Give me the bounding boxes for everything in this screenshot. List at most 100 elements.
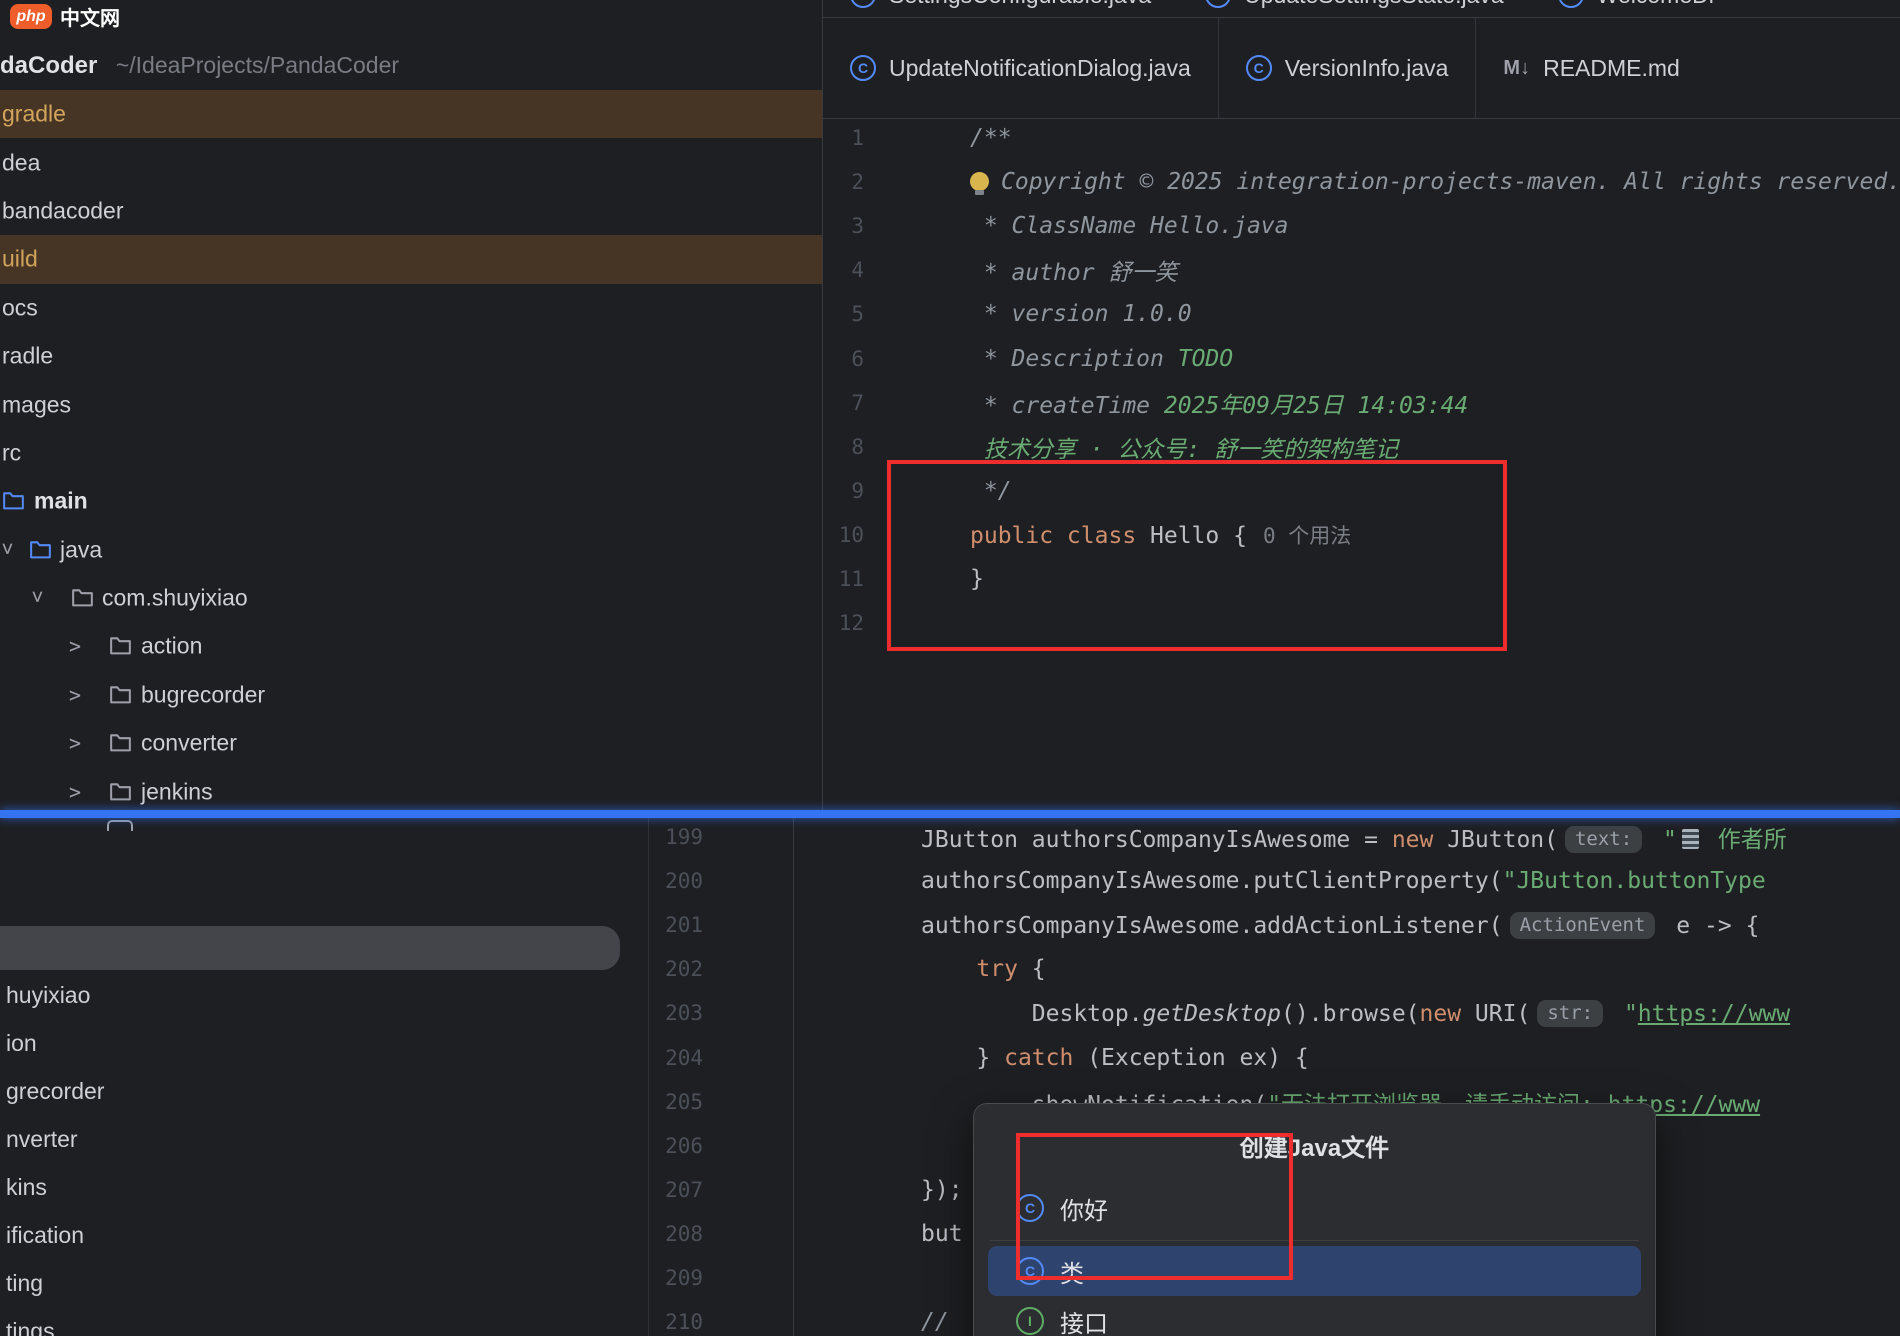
editor-tab[interactable]: C UpdateSettingsState.java xyxy=(1178,0,1531,17)
project-tree-item-fragment[interactable]: grecorder xyxy=(6,1067,606,1115)
code-token: } xyxy=(921,1045,1004,1071)
tab-label: UpdateSettingsState.java xyxy=(1244,0,1504,9)
chevron-down-icon[interactable]: > xyxy=(0,542,20,554)
code-token: authorsCompanyIsAwesome.putClientPropert… xyxy=(921,868,1503,894)
project-tree-item[interactable]: gradle xyxy=(0,90,822,138)
project-tree-item[interactable]: >bugrecorder xyxy=(0,671,822,719)
code-token: " xyxy=(1610,1001,1638,1027)
code-text: 技术分享 · 公众号: 舒一笑的架构笔记 xyxy=(970,430,1398,464)
line-number: 204 xyxy=(654,1046,703,1070)
code-line: 204 } catch (Exception ex) { xyxy=(654,1035,1900,1079)
project-tool-window: daCoder ~/IdeaProjects/PandaCoder gradle… xyxy=(0,0,822,810)
project-tree-item[interactable]: >java xyxy=(0,526,822,574)
project-tree-item-fragment[interactable]: nverter xyxy=(6,1115,606,1163)
project-tree-item[interactable]: dea xyxy=(0,138,822,186)
line-number: 205 xyxy=(654,1090,703,1114)
tree-item-label: mages xyxy=(2,391,71,418)
project-tree-item[interactable]: >converter xyxy=(0,719,822,767)
tree-item-label: ocs xyxy=(2,294,38,321)
code-token: * createTime xyxy=(970,393,1164,419)
editor-tab[interactable]: CVersionInfo.java xyxy=(1218,18,1476,118)
tree-item-label: radle xyxy=(2,343,53,370)
folder-icon xyxy=(109,780,133,804)
phpcn-logo: php xyxy=(10,4,52,29)
code-text: try { xyxy=(921,956,1046,982)
code-line: 199 JButton authorsCompanyIsAwesome = new… xyxy=(654,815,1900,859)
project-tree-item[interactable]: uild xyxy=(0,235,822,283)
project-tree-item[interactable]: >jenkins xyxy=(0,767,822,810)
code-text: JButton authorsCompanyIsAwesome = new JB… xyxy=(921,820,1787,854)
project-tree-item[interactable]: mages xyxy=(0,380,822,428)
code-line: 1 /** xyxy=(823,116,1900,160)
annotation-rect-nihao-option xyxy=(1016,1133,1293,1280)
popup-item[interactable]: I接口 xyxy=(988,1296,1641,1336)
code-token: try xyxy=(976,956,1018,982)
tree-item-label: rc xyxy=(2,439,21,466)
popup-item-label: 接口 xyxy=(1060,1304,1108,1336)
chevron-right-icon[interactable]: > xyxy=(69,634,81,658)
editor-tabs-row: CUpdateNotificationDialog.javaCVersionIn… xyxy=(823,18,1900,119)
project-tree-item-fragment[interactable]: tings xyxy=(6,1307,606,1336)
editor-tab[interactable]: C SettingsConfigurable.java xyxy=(823,0,1178,17)
code-line: 203 Desktop.getDesktop().browse(new URI(… xyxy=(654,991,1900,1035)
tree-item-label: bandacoder xyxy=(2,197,124,224)
project-tree-item-fragment[interactable]: ting xyxy=(6,1259,606,1307)
horizontal-splitter[interactable] xyxy=(0,810,1900,818)
project-tree-item-fragment[interactable]: ification xyxy=(6,1211,606,1259)
editor-tab[interactable]: CUpdateNotificationDialog.java xyxy=(823,18,1218,118)
code-text: } catch (Exception ex) { xyxy=(921,1045,1309,1071)
tree-item-label: com.shuyixiao xyxy=(102,585,248,612)
code-token: }); xyxy=(921,1177,963,1203)
line-number: 1 xyxy=(823,126,864,150)
chevron-right-icon[interactable]: > xyxy=(69,780,81,804)
project-tree: gradle dea bandacoder uild ocs radle mages rcma… xyxy=(0,90,822,810)
tree-selection-bar[interactable] xyxy=(0,926,620,970)
line-number: 199 xyxy=(654,825,703,849)
project-tree-item[interactable]: ocs xyxy=(0,284,822,332)
code-token: JButton( xyxy=(1433,827,1558,853)
chevron-right-icon[interactable]: > xyxy=(69,731,81,755)
project-tree-item[interactable]: bandacoder xyxy=(0,187,822,235)
editor-tab[interactable]: CWelcomeDi xyxy=(1531,0,1741,17)
project-tree-item-fragment[interactable]: kins xyxy=(6,1163,606,1211)
code-token: /** xyxy=(970,125,1012,151)
chevron-down-icon[interactable]: > xyxy=(26,591,50,603)
tab-label: VersionInfo.java xyxy=(1285,55,1449,82)
project-tree-item[interactable]: > com.shuyixiao xyxy=(0,574,822,622)
code-line: 5 * version 1.0.0 xyxy=(823,292,1900,336)
class-icon: C xyxy=(850,0,876,8)
project-tree-item[interactable]: rc xyxy=(0,429,822,477)
code-token: URI( xyxy=(1461,1001,1530,1027)
chevron-right-icon[interactable]: > xyxy=(69,683,81,707)
code-text: /** xyxy=(970,125,1012,151)
project-tree-item[interactable]: > action xyxy=(0,622,822,670)
project-tree-item-fragment[interactable]: huyixiao xyxy=(6,971,606,1019)
code-token: text: xyxy=(1565,826,1642,853)
line-number: 203 xyxy=(654,1001,703,1025)
tree-item-label: gradle xyxy=(2,101,66,128)
code-token: e -> { xyxy=(1662,913,1759,939)
line-number: 2 xyxy=(823,170,864,194)
project-tree-item-fragment[interactable]: ion xyxy=(6,1019,606,1067)
tab-label: SettingsConfigurable.java xyxy=(889,0,1151,9)
tree-item-label: main xyxy=(34,488,88,515)
editor-tab[interactable]: M↓README.md xyxy=(1475,18,1706,118)
intention-bulb-icon[interactable] xyxy=(970,172,989,191)
code-token: (Exception ex) { xyxy=(1073,1045,1308,1071)
code-token: new xyxy=(1420,1001,1462,1027)
tree-item-label: action xyxy=(141,633,202,660)
class-icon: C xyxy=(1205,0,1231,8)
code-text: * version 1.0.0 xyxy=(970,301,1192,327)
building-emoji-icon xyxy=(1682,829,1699,849)
project-tree-item[interactable]: main xyxy=(0,477,822,525)
class-icon: C xyxy=(1558,0,1584,8)
project-tree-item[interactable]: radle xyxy=(0,332,822,380)
project-header[interactable]: daCoder ~/IdeaProjects/PandaCoder xyxy=(0,52,399,80)
code-token: JButton authorsCompanyIsAwesome = xyxy=(921,827,1392,853)
line-number: 201 xyxy=(654,913,703,937)
tab-label: UpdateNotificationDialog.java xyxy=(889,55,1191,82)
line-number: 206 xyxy=(654,1134,703,1158)
code-text: // xyxy=(921,1309,949,1335)
code-token xyxy=(921,956,976,982)
line-number: 4 xyxy=(823,258,864,282)
